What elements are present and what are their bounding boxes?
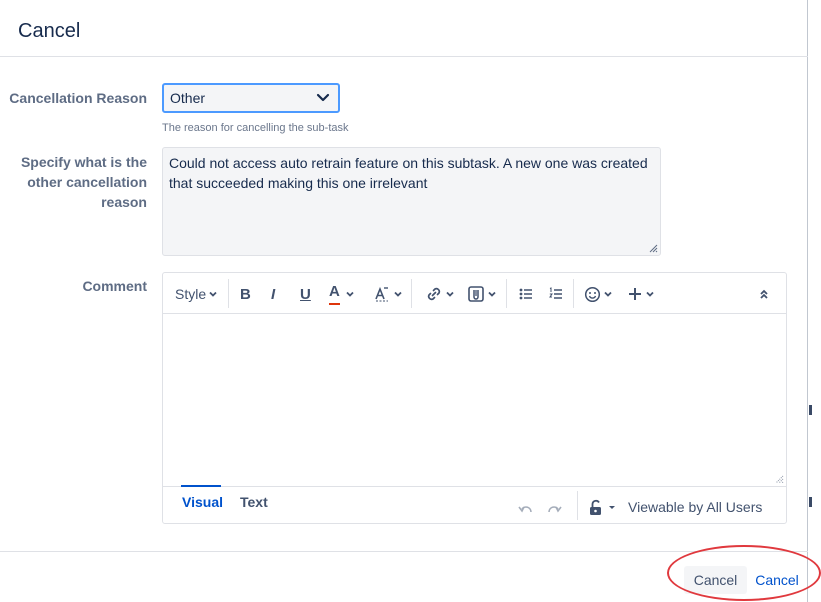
chevron-down-icon — [488, 291, 496, 297]
emoji-button[interactable] — [584, 283, 613, 305]
active-tab-indicator — [181, 485, 221, 487]
caret-down-icon — [609, 506, 615, 509]
chevron-down-icon — [394, 291, 402, 297]
other-reason-text-line: Could not access auto retrain feature on… — [169, 155, 648, 171]
bold-icon: B — [240, 285, 251, 303]
attachment-icon — [468, 286, 484, 302]
chevron-double-up-icon — [760, 289, 768, 299]
collapse-toolbar-button[interactable] — [758, 283, 770, 305]
redo-icon — [548, 506, 562, 513]
numbered-list-icon — [549, 287, 562, 299]
underline-icon: U — [300, 285, 311, 303]
dialog-header: Cancel — [0, 0, 808, 57]
chevron-down-icon — [446, 291, 454, 297]
italic-icon: I — [271, 285, 276, 303]
style-label: Style — [175, 286, 207, 302]
tab-visual[interactable]: Visual — [182, 494, 223, 515]
link-button[interactable] — [425, 283, 455, 305]
insert-more-button[interactable] — [627, 283, 655, 305]
toolbar-divider — [411, 279, 412, 308]
visibility-selector[interactable]: Viewable by All Users — [589, 496, 762, 518]
plus-icon — [629, 288, 641, 300]
editor-footer: Visual Text Viewable by All Users — [163, 485, 786, 524]
cancel-dialog: Cancel Cancellation Reason Other The rea… — [0, 0, 808, 602]
chevron-down-icon — [346, 291, 354, 297]
emoji-icon — [584, 286, 601, 302]
undo-icon — [518, 506, 532, 513]
italic-button[interactable]: I — [271, 283, 275, 305]
cancellation-reason-value: Other — [170, 90, 206, 106]
style-dropdown[interactable]: Style — [175, 283, 218, 305]
bold-button[interactable]: B — [240, 283, 251, 305]
undo-button[interactable] — [518, 499, 533, 521]
chevron-down-icon — [316, 93, 330, 102]
format-text-icon — [375, 286, 388, 302]
redo-button[interactable] — [547, 499, 562, 521]
cancellation-reason-help: The reason for cancelling the sub-task — [162, 122, 349, 134]
cancellation-reason-select[interactable]: Other — [162, 83, 340, 113]
other-reason-text-line: that succeeded making this one irrelevan… — [169, 175, 428, 191]
other-reason-label: Specify what is the other cancellation r… — [21, 152, 147, 212]
toolbar-divider — [506, 279, 507, 308]
resize-handle-icon[interactable] — [775, 475, 784, 484]
chevron-down-icon — [209, 291, 217, 297]
link-icon — [427, 287, 441, 301]
text-color-button[interactable]: A — [329, 283, 355, 305]
chevron-down-icon — [604, 291, 612, 297]
editor-toolbar: Style B I U A — [163, 273, 786, 314]
attachment-button[interactable] — [467, 283, 497, 305]
page-edge — [808, 0, 821, 602]
resize-handle-icon[interactable] — [649, 244, 658, 253]
chevron-down-icon — [646, 291, 654, 297]
comment-label: Comment — [82, 278, 147, 294]
footer-divider — [577, 491, 578, 520]
bullet-list-button[interactable] — [518, 283, 534, 305]
dialog-title: Cancel — [18, 20, 81, 42]
comment-editor: Style B I U A Visual Text Viewable by Al… — [162, 272, 787, 524]
toolbar-divider — [573, 279, 574, 308]
numbered-list-button[interactable] — [548, 283, 564, 305]
edge-marker — [809, 497, 812, 507]
other-reason-label-line: Specify what is the — [20, 154, 147, 170]
toolbar-divider — [228, 279, 229, 308]
comment-content-area[interactable] — [163, 314, 786, 486]
unlock-icon — [590, 499, 601, 515]
highlight-annotation — [667, 545, 821, 601]
other-reason-label-line: other cancellation — [27, 174, 147, 190]
other-reason-label-line: reason — [101, 194, 147, 210]
tab-text[interactable]: Text — [240, 494, 268, 515]
more-formatting-button[interactable] — [373, 283, 403, 305]
other-reason-textarea[interactable]: Could not access auto retrain feature on… — [162, 147, 661, 256]
underline-button[interactable]: U — [300, 283, 311, 305]
cancellation-reason-label: Cancellation Reason — [9, 90, 147, 106]
text-color-icon: A — [329, 283, 340, 305]
edge-marker — [809, 405, 812, 415]
visibility-label: Viewable by All Users — [628, 499, 763, 515]
bullet-list-icon — [519, 288, 532, 300]
